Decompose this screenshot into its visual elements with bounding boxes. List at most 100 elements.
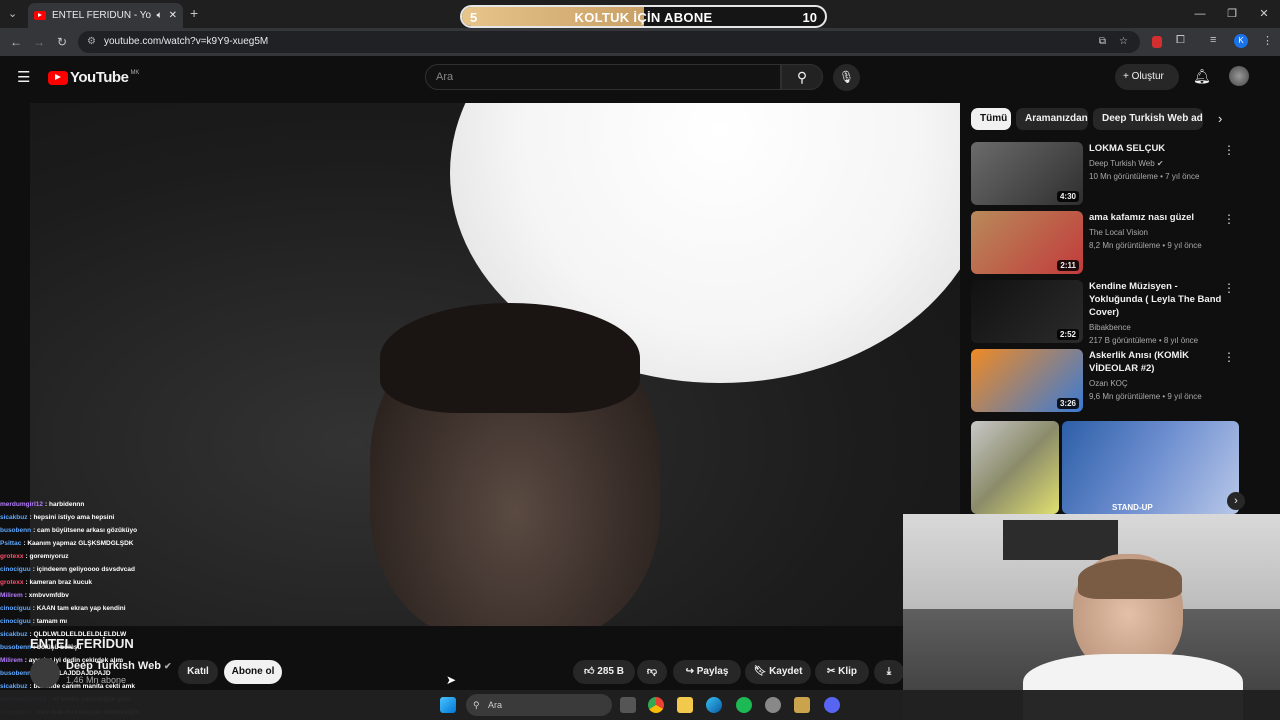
- voice-search-button[interactable]: 🎙︎: [833, 64, 860, 91]
- chat-username: busobenn: [0, 670, 32, 677]
- more-options-icon[interactable]: ⋮: [1223, 350, 1235, 364]
- app-icon[interactable]: [765, 697, 781, 713]
- chat-message: grotexx: goremıyoruz: [0, 550, 230, 563]
- notifications-bell-icon[interactable]: 🔔︎: [1193, 68, 1211, 85]
- like-button[interactable]: 👍︎ 285 B: [573, 660, 635, 684]
- chat-username: busobenn: [0, 527, 32, 534]
- youtube-logo[interactable]: YouTube MK: [48, 69, 139, 86]
- logo-text: YouTube: [70, 69, 129, 86]
- search-button[interactable]: ⚲: [781, 64, 823, 90]
- chat-text: kameran braz kucuk: [29, 579, 92, 586]
- download-button[interactable]: ⤓: [874, 660, 904, 684]
- create-button[interactable]: + Oluştur: [1115, 64, 1179, 90]
- chat-username: cinociguu: [0, 566, 31, 573]
- video-title[interactable]: Kendine Müzisyen - Yokluğunda ( Leyla Th…: [1089, 280, 1224, 319]
- short-thumbnail-2[interactable]: STAND-UP: [1062, 421, 1239, 514]
- stream-chat: merdumgirl12: harbidennn sicakbuz: hepsin…: [0, 498, 230, 719]
- video-info: Askerlik Anısı (KOMİK VİDEOLAR #2) Ozan K…: [1089, 349, 1224, 403]
- chat-text: içindeenn geliyoooo dsvsdvcad: [36, 566, 135, 573]
- save-button[interactable]: 🔖︎ Kaydet: [745, 660, 811, 684]
- chat-username: Milirem: [0, 657, 23, 664]
- more-options-icon[interactable]: ⋮: [1223, 143, 1235, 157]
- related-video-item[interactable]: 3:26 Askerlik Anısı (KOMİK VİDEOLAR #2) Oz…: [971, 349, 1241, 413]
- file-explorer-icon[interactable]: [677, 697, 693, 713]
- video-info: ama kafamız nası güzel The Local Vision 8,…: [1089, 211, 1224, 252]
- video-thumbnail[interactable]: 3:26: [971, 349, 1083, 412]
- extensions-puzzle-icon[interactable]: ⧠: [1176, 34, 1185, 47]
- related-video-item[interactable]: 2:52 Kendine Müzisyen - Yokluğunda ( Leyl…: [971, 280, 1241, 345]
- task-view-icon[interactable]: [620, 697, 636, 713]
- address-bar[interactable]: ⚙︎ youtube.com/watch?v=k9Y9-xueg5M ⧉ ☆: [78, 31, 1140, 53]
- related-video-item[interactable]: 2:11 ama kafamız nası güzel The Local Visi…: [971, 211, 1241, 275]
- speaker-icon[interactable]: 🔈︎: [157, 10, 163, 21]
- video-thumbnail[interactable]: 4:30: [971, 142, 1083, 205]
- channel-name[interactable]: Deep Turkish Web ✔: [66, 660, 172, 672]
- forward-icon[interactable]: →: [33, 35, 45, 49]
- share-label: Paylaş: [696, 666, 729, 677]
- video-title[interactable]: Askerlik Anısı (KOMİK VİDEOLAR #2): [1089, 349, 1224, 375]
- more-options-icon[interactable]: ⋮: [1223, 212, 1235, 226]
- browser-tab-bar: ⌄ ENTEL FERİDUN - YouTube 🔈︎ ✕ + 5 KOLTU…: [0, 0, 1280, 28]
- install-icon[interactable]: ⧉: [1099, 31, 1106, 53]
- profile-avatar[interactable]: K: [1234, 34, 1248, 48]
- person-hair-image: [380, 303, 640, 413]
- chip-all[interactable]: Tümü: [971, 108, 1011, 130]
- dislike-button[interactable]: 👎︎: [637, 660, 667, 684]
- chrome-icon[interactable]: [648, 697, 664, 713]
- search-input[interactable]: Ara: [425, 64, 781, 90]
- taskbar-search[interactable]: ⚲ Ara: [466, 694, 612, 716]
- reload-icon[interactable]: ↻: [57, 35, 67, 49]
- chat-text: hepsini istiyo ama hepsini: [33, 514, 115, 521]
- video-duration: 3:26: [1056, 398, 1079, 409]
- related-video-item[interactable]: 4:30 LOKMA SELÇUK Deep Turkish Web ✔ 10 Mn …: [971, 142, 1241, 206]
- video-thumbnail[interactable]: 2:11: [971, 211, 1083, 274]
- video-channel[interactable]: Deep Turkish Web ✔: [1089, 157, 1224, 170]
- clip-button[interactable]: ✂ Klip: [815, 660, 869, 684]
- video-title[interactable]: LOKMA SELÇUK: [1089, 142, 1224, 155]
- new-tab-icon[interactable]: +: [190, 5, 198, 21]
- close-window-icon[interactable]: ✕: [1248, 0, 1280, 28]
- video-channel[interactable]: Ozan KOÇ: [1089, 377, 1224, 390]
- shorts-next-icon[interactable]: ›: [1227, 492, 1245, 510]
- video-title[interactable]: ama kafamız nası güzel: [1089, 211, 1224, 224]
- browser-menu-icon[interactable]: ⋮: [1262, 34, 1273, 47]
- subscribe-button[interactable]: Abone ol: [224, 660, 282, 684]
- hamburger-menu-icon[interactable]: ☰: [17, 68, 30, 86]
- minimize-icon[interactable]: —: [1184, 0, 1216, 28]
- channel-avatar[interactable]: [30, 658, 60, 688]
- site-info-icon[interactable]: ⚙︎: [87, 31, 96, 53]
- media-queue-icon[interactable]: ≡: [1210, 34, 1216, 46]
- video-channel[interactable]: Bibakbence: [1089, 321, 1224, 334]
- back-icon[interactable]: ←: [10, 35, 22, 49]
- discord-icon[interactable]: [824, 697, 840, 713]
- restore-icon[interactable]: ❐: [1216, 0, 1248, 28]
- chat-message: sicakbuz: hepsini istiyo ama hepsini: [0, 511, 230, 524]
- short-thumbnail-1[interactable]: [971, 421, 1059, 514]
- chips-next-icon[interactable]: ›: [1218, 111, 1222, 126]
- video-thumbnail[interactable]: 2:52: [971, 280, 1083, 343]
- browser-tab[interactable]: ENTEL FERİDUN - YouTube 🔈︎ ✕: [28, 3, 183, 28]
- join-button[interactable]: Katıl: [178, 660, 218, 684]
- bookmark-star-icon[interactable]: ☆: [1119, 31, 1128, 53]
- extension-icon[interactable]: [1152, 36, 1162, 48]
- spotify-icon[interactable]: [736, 697, 752, 713]
- more-options-icon[interactable]: ⋮: [1223, 281, 1235, 295]
- chat-text: cam büyütsene arkası gözüküyo: [37, 527, 138, 534]
- video-duration: 2:52: [1056, 329, 1079, 340]
- windows-start-icon[interactable]: [440, 697, 456, 713]
- edge-icon[interactable]: [706, 697, 722, 713]
- app-icon-2[interactable]: [794, 697, 810, 713]
- chat-username: sicakbuz: [0, 514, 28, 521]
- video-channel-text: Bibakbence: [1089, 323, 1131, 332]
- tab-search-icon[interactable]: ⌄: [8, 7, 17, 20]
- video-meta: 9,6 Mn görüntüleme • 9 yıl önce: [1089, 392, 1202, 401]
- chip-channel[interactable]: Deep Turkish Web adlı y: [1093, 108, 1203, 130]
- share-button[interactable]: ↪ Paylaş: [673, 660, 741, 684]
- chip-from-search[interactable]: Aramanızdan: [1016, 108, 1088, 130]
- account-avatar[interactable]: [1229, 66, 1249, 86]
- thumbs-down-icon: 👎︎: [646, 666, 658, 677]
- bookmark-icon: 🔖︎: [753, 666, 770, 677]
- video-channel[interactable]: The Local Vision: [1089, 226, 1224, 239]
- chat-message: cinociguu: KAAN tam ekran yap kendini: [0, 602, 230, 615]
- tab-close-icon[interactable]: ✕: [169, 10, 177, 21]
